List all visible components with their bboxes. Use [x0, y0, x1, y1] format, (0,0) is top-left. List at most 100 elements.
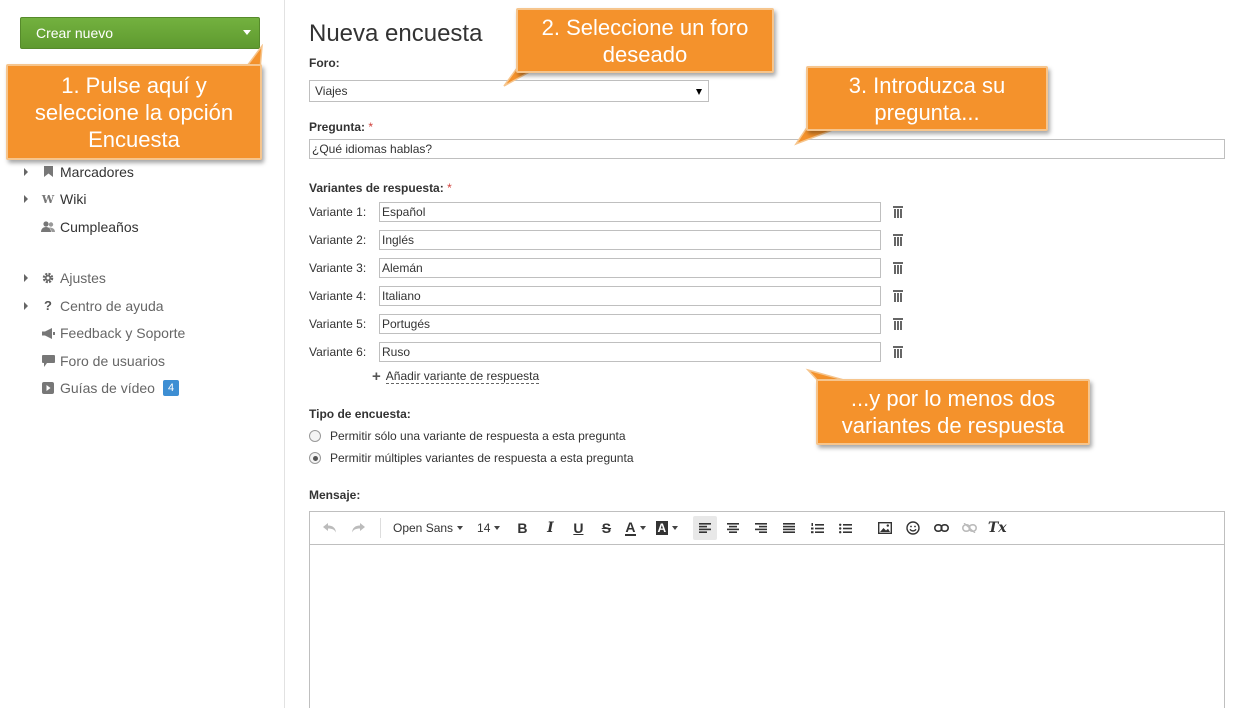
- align-justify-icon[interactable]: [777, 516, 801, 540]
- add-variant-link[interactable]: + Añadir variante de respuesta: [372, 368, 540, 385]
- sidebar-item-feedback[interactable]: Feedback y Soporte: [24, 320, 274, 348]
- variant-input[interactable]: [379, 258, 881, 278]
- people-icon: [38, 221, 58, 233]
- expand-arrow-icon[interactable]: [24, 195, 38, 204]
- callout-step-2: 2. Seleccione un foro deseado: [516, 8, 774, 73]
- variant-input[interactable]: [379, 230, 881, 250]
- image-icon[interactable]: [873, 516, 897, 540]
- align-center-icon[interactable]: [721, 516, 745, 540]
- unlink-icon[interactable]: [957, 516, 981, 540]
- variant-input[interactable]: [379, 342, 881, 362]
- create-new-button[interactable]: Crear nuevo: [20, 17, 260, 49]
- count-badge: 4: [162, 380, 180, 397]
- sidebar-item-centro-de-ayuda[interactable]: ? Centro de ayuda: [24, 292, 274, 320]
- callout-step-4: ...y por lo menos dos variantes de respu…: [816, 379, 1090, 445]
- chat-bubble-icon: [38, 354, 58, 367]
- sidebar-item-ajustes[interactable]: Ajustes: [24, 265, 274, 293]
- editor-toolbar: Open Sans 14 B I U S A A Tx: [310, 512, 1224, 545]
- trash-icon[interactable]: [893, 318, 903, 330]
- question-label: Pregunta: *: [309, 120, 374, 134]
- trash-icon[interactable]: [893, 262, 903, 274]
- required-mark: *: [368, 120, 374, 134]
- radio-button[interactable]: [309, 430, 321, 442]
- sidebar-item-cumpleanos[interactable]: Cumpleaños: [24, 213, 274, 241]
- sidebar-item-foro-de-usuarios[interactable]: Foro de usuarios: [24, 347, 274, 375]
- page-title: Nueva encuesta: [309, 20, 483, 47]
- callout-step-1: 1. Pulse aquí y seleccione la opción Enc…: [6, 64, 262, 160]
- message-editor: Open Sans 14 B I U S A A Tx: [309, 511, 1225, 708]
- trash-icon[interactable]: [893, 234, 903, 246]
- font-family-select[interactable]: Open Sans: [389, 516, 467, 540]
- add-variant-label: Añadir variante de respuesta: [385, 369, 540, 384]
- variants-label: Variantes de respuesta: *: [309, 181, 452, 195]
- megaphone-icon: [38, 327, 58, 339]
- sidebar-item-label: Foro de usuarios: [60, 352, 166, 369]
- expand-arrow-icon[interactable]: [24, 274, 38, 283]
- sidebar-item-guias-de-video[interactable]: Guías de vídeo 4: [24, 375, 274, 403]
- poll-type-label: Tipo de encuesta:: [309, 407, 411, 421]
- question-icon: ?: [44, 298, 52, 314]
- question-input[interactable]: [309, 139, 1225, 159]
- radio-button[interactable]: [309, 452, 321, 464]
- trash-icon[interactable]: [893, 206, 903, 218]
- variant-input[interactable]: [379, 202, 881, 222]
- poll-type-single-option[interactable]: Permitir sólo una variante de respuesta …: [309, 429, 626, 443]
- sidebar-item-wiki[interactable]: W Wiki: [24, 186, 274, 214]
- sidebar-item-label: Feedback y Soporte: [60, 325, 186, 342]
- strikethrough-button[interactable]: S: [594, 516, 618, 540]
- redo-icon[interactable]: [346, 516, 370, 540]
- font-color-button[interactable]: A: [622, 516, 648, 540]
- sidebar-item-label: Wiki: [60, 191, 87, 208]
- forum-label: Foro:: [309, 56, 340, 70]
- bold-button[interactable]: B: [510, 516, 534, 540]
- variant-row: Variante 4:: [309, 286, 903, 306]
- clear-formatting-button[interactable]: Tx: [985, 516, 1009, 540]
- variant-row: Variante 5:: [309, 314, 903, 334]
- plus-icon: +: [372, 368, 381, 385]
- chevron-down-icon[interactable]: [243, 30, 251, 35]
- numbered-list-icon[interactable]: [805, 516, 829, 540]
- gear-icon: [38, 272, 58, 284]
- radio-label: Permitir múltiples variantes de respuest…: [330, 451, 634, 465]
- variant-row: Variante 6:: [309, 342, 903, 362]
- forum-select-value: Viajes: [315, 84, 348, 98]
- variant-row: Variante 3:: [309, 258, 903, 278]
- background-color-button[interactable]: A: [653, 516, 682, 540]
- variant-label: Variante 2:: [309, 233, 367, 247]
- font-size-select[interactable]: 14: [471, 516, 506, 540]
- required-mark: *: [447, 181, 452, 195]
- align-left-icon[interactable]: [693, 516, 718, 540]
- wiki-icon: W: [41, 192, 55, 206]
- variant-input[interactable]: [379, 314, 881, 334]
- expand-arrow-icon[interactable]: [24, 167, 38, 176]
- create-new-label: Crear nuevo: [36, 25, 114, 41]
- italic-button[interactable]: I: [538, 516, 562, 540]
- emoji-icon[interactable]: [901, 516, 925, 540]
- variant-input[interactable]: [379, 286, 881, 306]
- variant-label: Variante 4:: [309, 289, 367, 303]
- variant-row: Variante 1:: [309, 202, 903, 222]
- sidebar-item-label: Centro de ayuda: [60, 297, 164, 314]
- trash-icon[interactable]: [893, 346, 903, 358]
- message-label: Mensaje:: [309, 488, 361, 502]
- sidebar-nav: Marcadores W Wiki Cumpleaños Ajustes ? C…: [24, 158, 274, 402]
- variant-label: Variante 6:: [309, 345, 367, 359]
- undo-icon[interactable]: [318, 516, 342, 540]
- dropdown-arrow-icon[interactable]: [696, 89, 702, 95]
- callout-step-3: 3. Introduzca su pregunta...: [806, 66, 1048, 131]
- variant-label: Variante 3:: [309, 261, 367, 275]
- editor-content-area[interactable]: [310, 545, 1224, 708]
- expand-arrow-icon[interactable]: [24, 301, 38, 310]
- sidebar-item-marcadores[interactable]: Marcadores: [24, 158, 274, 186]
- trash-icon[interactable]: [893, 290, 903, 302]
- sidebar-item-label: Marcadores: [60, 163, 134, 180]
- poll-type-multiple-option[interactable]: Permitir múltiples variantes de respuest…: [309, 451, 634, 465]
- variant-label: Variante 5:: [309, 317, 367, 331]
- align-right-icon[interactable]: [749, 516, 773, 540]
- variant-label: Variante 1:: [309, 205, 367, 219]
- bookmark-icon: [38, 166, 58, 178]
- bullet-list-icon[interactable]: [833, 516, 857, 540]
- link-icon[interactable]: [929, 516, 953, 540]
- underline-button[interactable]: U: [566, 516, 590, 540]
- sidebar-item-label: Guías de vídeo: [60, 380, 155, 397]
